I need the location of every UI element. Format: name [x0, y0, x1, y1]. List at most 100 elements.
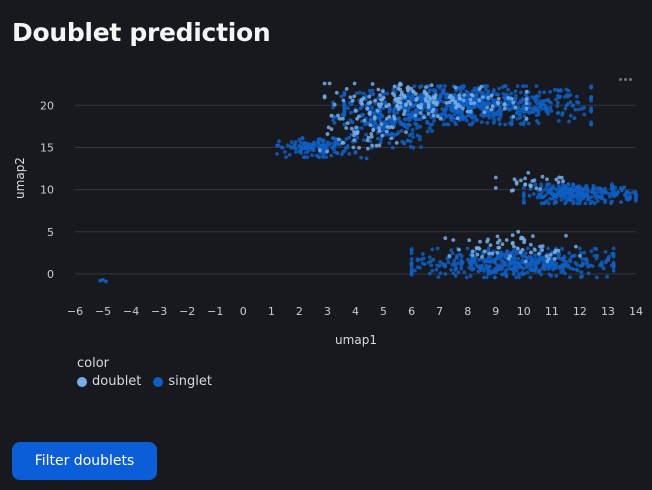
- point-singlet: [452, 258, 457, 263]
- point-doublet: [402, 112, 406, 117]
- point-singlet: [546, 246, 550, 251]
- point-singlet: [500, 272, 504, 277]
- point-doublet: [375, 108, 380, 113]
- point-singlet: [524, 84, 529, 88]
- point-singlet: [606, 256, 610, 261]
- point-singlet: [531, 192, 536, 196]
- point-singlet: [485, 120, 490, 125]
- point-singlet: [450, 251, 455, 256]
- point-singlet: [589, 120, 593, 125]
- point-singlet: [512, 256, 517, 261]
- point-singlet: [595, 199, 600, 204]
- point-singlet: [518, 90, 523, 95]
- point-doublet: [509, 96, 514, 101]
- point-singlet: [497, 86, 501, 91]
- point-doublet: [482, 249, 487, 254]
- point-singlet: [565, 93, 570, 97]
- point-doublet: [482, 110, 487, 115]
- point-singlet: [359, 126, 364, 130]
- point-doublet: [380, 97, 385, 102]
- point-singlet: [429, 263, 434, 268]
- point-singlet: [455, 255, 459, 260]
- point-singlet: [464, 89, 469, 94]
- point-doublet: [384, 129, 389, 134]
- point-singlet: [589, 84, 593, 88]
- point-singlet: [525, 246, 530, 251]
- point-singlet: [364, 132, 368, 137]
- point-doublet: [511, 115, 516, 119]
- point-singlet: [548, 90, 552, 94]
- point-singlet: [409, 247, 414, 251]
- point-singlet: [313, 142, 318, 147]
- point-doublet: [424, 85, 428, 89]
- point-singlet: [342, 122, 347, 127]
- point-doublet: [355, 131, 360, 136]
- point-doublet: [462, 93, 467, 97]
- x-tick-label: −1: [207, 305, 223, 318]
- point-singlet: [310, 153, 314, 158]
- point-singlet: [578, 264, 583, 268]
- point-singlet: [487, 116, 492, 120]
- point-singlet: [520, 270, 524, 275]
- point-doublet: [523, 259, 528, 264]
- point-singlet: [521, 193, 526, 197]
- x-tick-label: 9: [492, 305, 499, 318]
- point-doublet: [470, 253, 475, 257]
- point-singlet: [560, 113, 565, 117]
- point-singlet: [599, 195, 604, 200]
- y-tick-label: 15: [40, 141, 54, 154]
- point-singlet: [543, 103, 547, 108]
- point-doublet: [341, 116, 345, 121]
- point-doublet: [578, 254, 582, 258]
- point-singlet: [317, 155, 321, 160]
- point-singlet: [543, 187, 547, 192]
- point-doublet: [352, 81, 357, 86]
- point-singlet: [539, 107, 544, 111]
- point-singlet: [583, 184, 588, 189]
- point-singlet: [425, 120, 430, 125]
- point-doublet: [368, 123, 373, 127]
- point-doublet: [366, 146, 370, 151]
- point-singlet: [364, 156, 369, 161]
- point-singlet: [533, 256, 538, 261]
- point-singlet: [563, 106, 568, 111]
- point-doublet: [387, 114, 392, 119]
- point-doublet: [352, 138, 357, 143]
- point-singlet: [527, 193, 532, 198]
- point-singlet: [562, 192, 567, 196]
- point-doublet: [359, 98, 364, 103]
- legend-item-doublet[interactable]: doublet: [77, 374, 141, 389]
- point-doublet: [341, 141, 346, 145]
- point-doublet: [534, 186, 539, 191]
- point-singlet: [599, 190, 604, 195]
- point-doublet: [384, 104, 389, 109]
- point-singlet: [434, 267, 439, 272]
- point-doublet: [341, 98, 346, 103]
- point-singlet: [536, 109, 541, 114]
- point-singlet: [410, 113, 414, 118]
- filter-doublets-button[interactable]: Filter doublets: [12, 442, 157, 480]
- point-singlet: [549, 109, 554, 113]
- point-singlet: [476, 269, 481, 274]
- point-doublet: [467, 238, 472, 243]
- point-doublet: [332, 102, 337, 107]
- point-doublet: [429, 83, 434, 88]
- point-doublet: [447, 254, 452, 258]
- point-singlet: [428, 259, 433, 264]
- point-doublet: [398, 81, 402, 86]
- point-doublet: [362, 118, 367, 123]
- point-singlet: [500, 265, 504, 270]
- point-doublet: [448, 93, 453, 98]
- point-singlet: [535, 119, 539, 123]
- point-singlet: [510, 250, 515, 255]
- point-singlet: [611, 268, 616, 273]
- point-doublet: [480, 95, 485, 99]
- legend-item-singlet[interactable]: singlet: [153, 374, 212, 389]
- point-doublet: [523, 176, 527, 181]
- point-singlet: [499, 112, 503, 116]
- point-singlet: [410, 131, 415, 136]
- point-singlet: [340, 152, 344, 157]
- point-doublet: [379, 122, 384, 127]
- point-singlet: [473, 117, 478, 122]
- point-singlet: [410, 127, 415, 132]
